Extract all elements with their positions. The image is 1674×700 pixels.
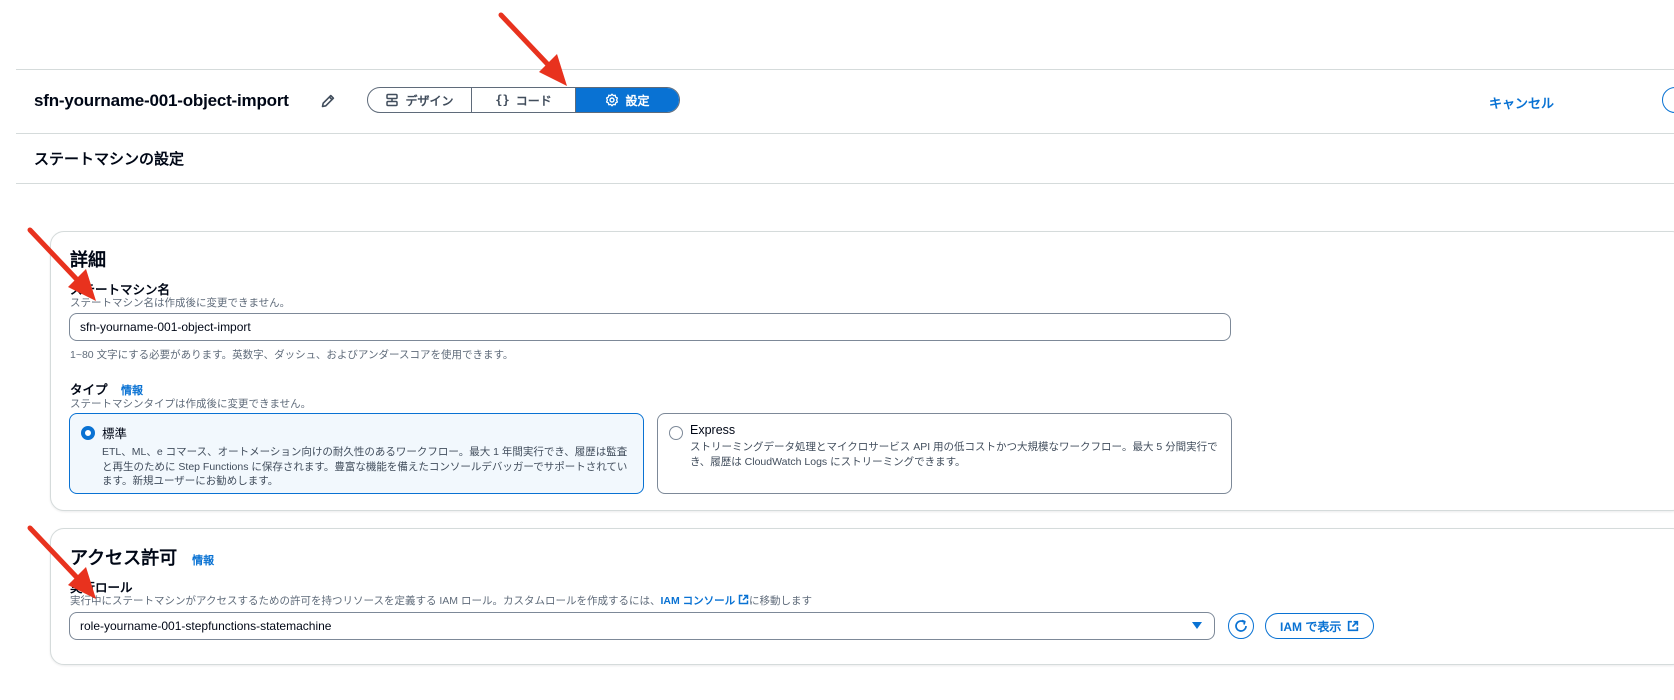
state-machine-name-input[interactable] (69, 313, 1231, 341)
tab-code-label: コード (515, 93, 552, 108)
view-in-iam-button[interactable]: IAM で表示 (1265, 613, 1375, 639)
name-description: ステートマシン名は作成後に変更できません。 (70, 297, 291, 309)
execution-role-value: role-yourname-001-stepfunctions-statemac… (80, 619, 332, 633)
pencil-icon[interactable] (319, 92, 337, 110)
header-divider (16, 133, 1674, 134)
execution-role-description: 実行中にステートマシンがアクセスするための許可を持つリソースを定義する IAM … (70, 593, 812, 608)
iam-console-link[interactable]: IAM コンソール (660, 594, 749, 607)
tab-design-label: デザイン (405, 93, 454, 108)
primary-action-button-partial[interactable] (1662, 87, 1674, 113)
gear-icon (606, 93, 619, 107)
view-in-iam-label: IAM で表示 (1280, 619, 1342, 634)
standard-radio[interactable] (81, 426, 95, 440)
express-radio[interactable] (669, 426, 683, 440)
execution-role-select[interactable]: role-yourname-001-stepfunctions-statemac… (69, 612, 1215, 640)
view-mode-toggle: デザイン {} コード 設定 (367, 87, 680, 113)
type-description: ステートマシンタイプは作成後に変更できません。 (70, 398, 312, 410)
refresh-roles-button[interactable] (1228, 613, 1254, 639)
permissions-panel: アクセス許可 情報 実行ロール 実行中にステートマシンがアクセスするための許可を… (50, 528, 1674, 665)
role-desc-prefix: 実行中にステートマシンがアクセスするための許可を持つリソースを定義する IAM … (70, 595, 661, 607)
external-link-icon (1348, 620, 1359, 632)
type-option-express[interactable]: Express ストリーミングデータ処理とマイクロサービス API 用の低コスト… (657, 413, 1232, 494)
permissions-heading: アクセス許可 (70, 548, 178, 568)
standard-description: ETL、ML、e コマース、オートメーション向けの耐久性のあるワークフロー。最大… (102, 446, 628, 488)
subtitle-divider (16, 183, 1674, 184)
details-panel: 詳細 ステートマシン名 ステートマシン名は作成後に変更できません。 1~80 文… (50, 231, 1674, 511)
standard-title: 標準 (102, 427, 128, 441)
design-icon (386, 93, 399, 107)
tab-design[interactable]: デザイン (368, 88, 472, 112)
permissions-heading-row: アクセス許可 情報 (70, 544, 214, 570)
details-heading: 詳細 (70, 250, 106, 270)
type-label: タイプ (70, 383, 108, 397)
state-machine-title: sfn-yourname-001-object-import (34, 91, 289, 110)
role-desc-suffix: に移動します (749, 595, 813, 607)
iam-console-link-label: IAM コンソール (660, 595, 736, 607)
code-braces-icon: {} (495, 93, 510, 107)
page-subtitle: ステートマシンの設定 (34, 151, 185, 168)
caret-down-icon (1192, 622, 1202, 629)
external-link-icon (738, 594, 749, 605)
permissions-info-link[interactable]: 情報 (192, 555, 214, 567)
cancel-button[interactable]: キャンセル (1489, 93, 1554, 112)
name-constraint: 1~80 文字にする必要があります。英数字、ダッシュ、およびアンダースコアを使用… (70, 349, 514, 361)
tab-settings[interactable]: 設定 (576, 88, 679, 112)
refresh-icon (1235, 619, 1247, 632)
type-option-standard[interactable]: 標準 ETL、ML、e コマース、オートメーション向けの耐久性のあるワークフロー… (69, 413, 644, 494)
editor-header: sfn-yourname-001-object-import デザイン {} コ… (16, 70, 1674, 134)
tab-code[interactable]: {} コード (472, 88, 576, 112)
express-description: ストリーミングデータ処理とマイクロサービス API 用の低コストかつ大規模なワー… (690, 441, 1218, 468)
tab-settings-label: 設定 (625, 93, 650, 108)
express-title: Express (690, 423, 736, 437)
